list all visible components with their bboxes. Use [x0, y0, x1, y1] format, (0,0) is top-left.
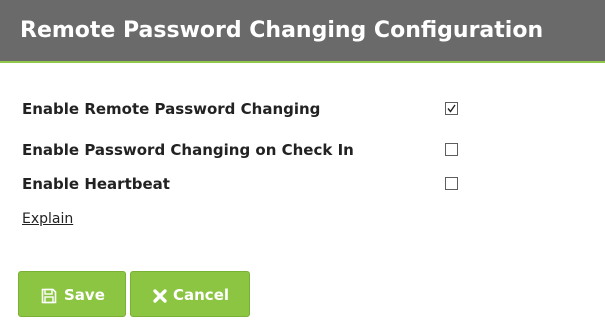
rpc-config-panel: Remote Password Changing Configuration E…: [0, 0, 605, 328]
panel-header: Remote Password Changing Configuration: [0, 0, 605, 63]
setting-label: Enable Password Changing on Check In: [22, 141, 354, 159]
save-button[interactable]: Save: [18, 271, 126, 317]
page-title: Remote Password Changing Configuration: [20, 18, 544, 43]
cancel-button[interactable]: Cancel: [130, 271, 250, 317]
password-changing-check-in-checkbox[interactable]: [445, 143, 458, 156]
heartbeat-checkbox[interactable]: [445, 177, 458, 190]
remote-password-changing-checkbox[interactable]: [445, 102, 458, 115]
setting-label: Enable Heartbeat: [22, 175, 170, 193]
setting-label: Enable Remote Password Changing: [22, 100, 321, 118]
x-icon: [153, 289, 167, 303]
checkmark-icon: [447, 104, 456, 113]
cancel-button-label: Cancel: [173, 286, 230, 304]
setting-row-password-changing-check-in: Enable Password Changing on Check In: [22, 139, 582, 163]
setting-row-heartbeat: Enable Heartbeat: [22, 173, 582, 197]
save-button-label: Save: [64, 286, 105, 304]
floppy-disk-icon: [41, 288, 57, 304]
explain-link[interactable]: Explain: [22, 211, 73, 227]
setting-row-remote-password-changing: Enable Remote Password Changing: [22, 98, 582, 122]
